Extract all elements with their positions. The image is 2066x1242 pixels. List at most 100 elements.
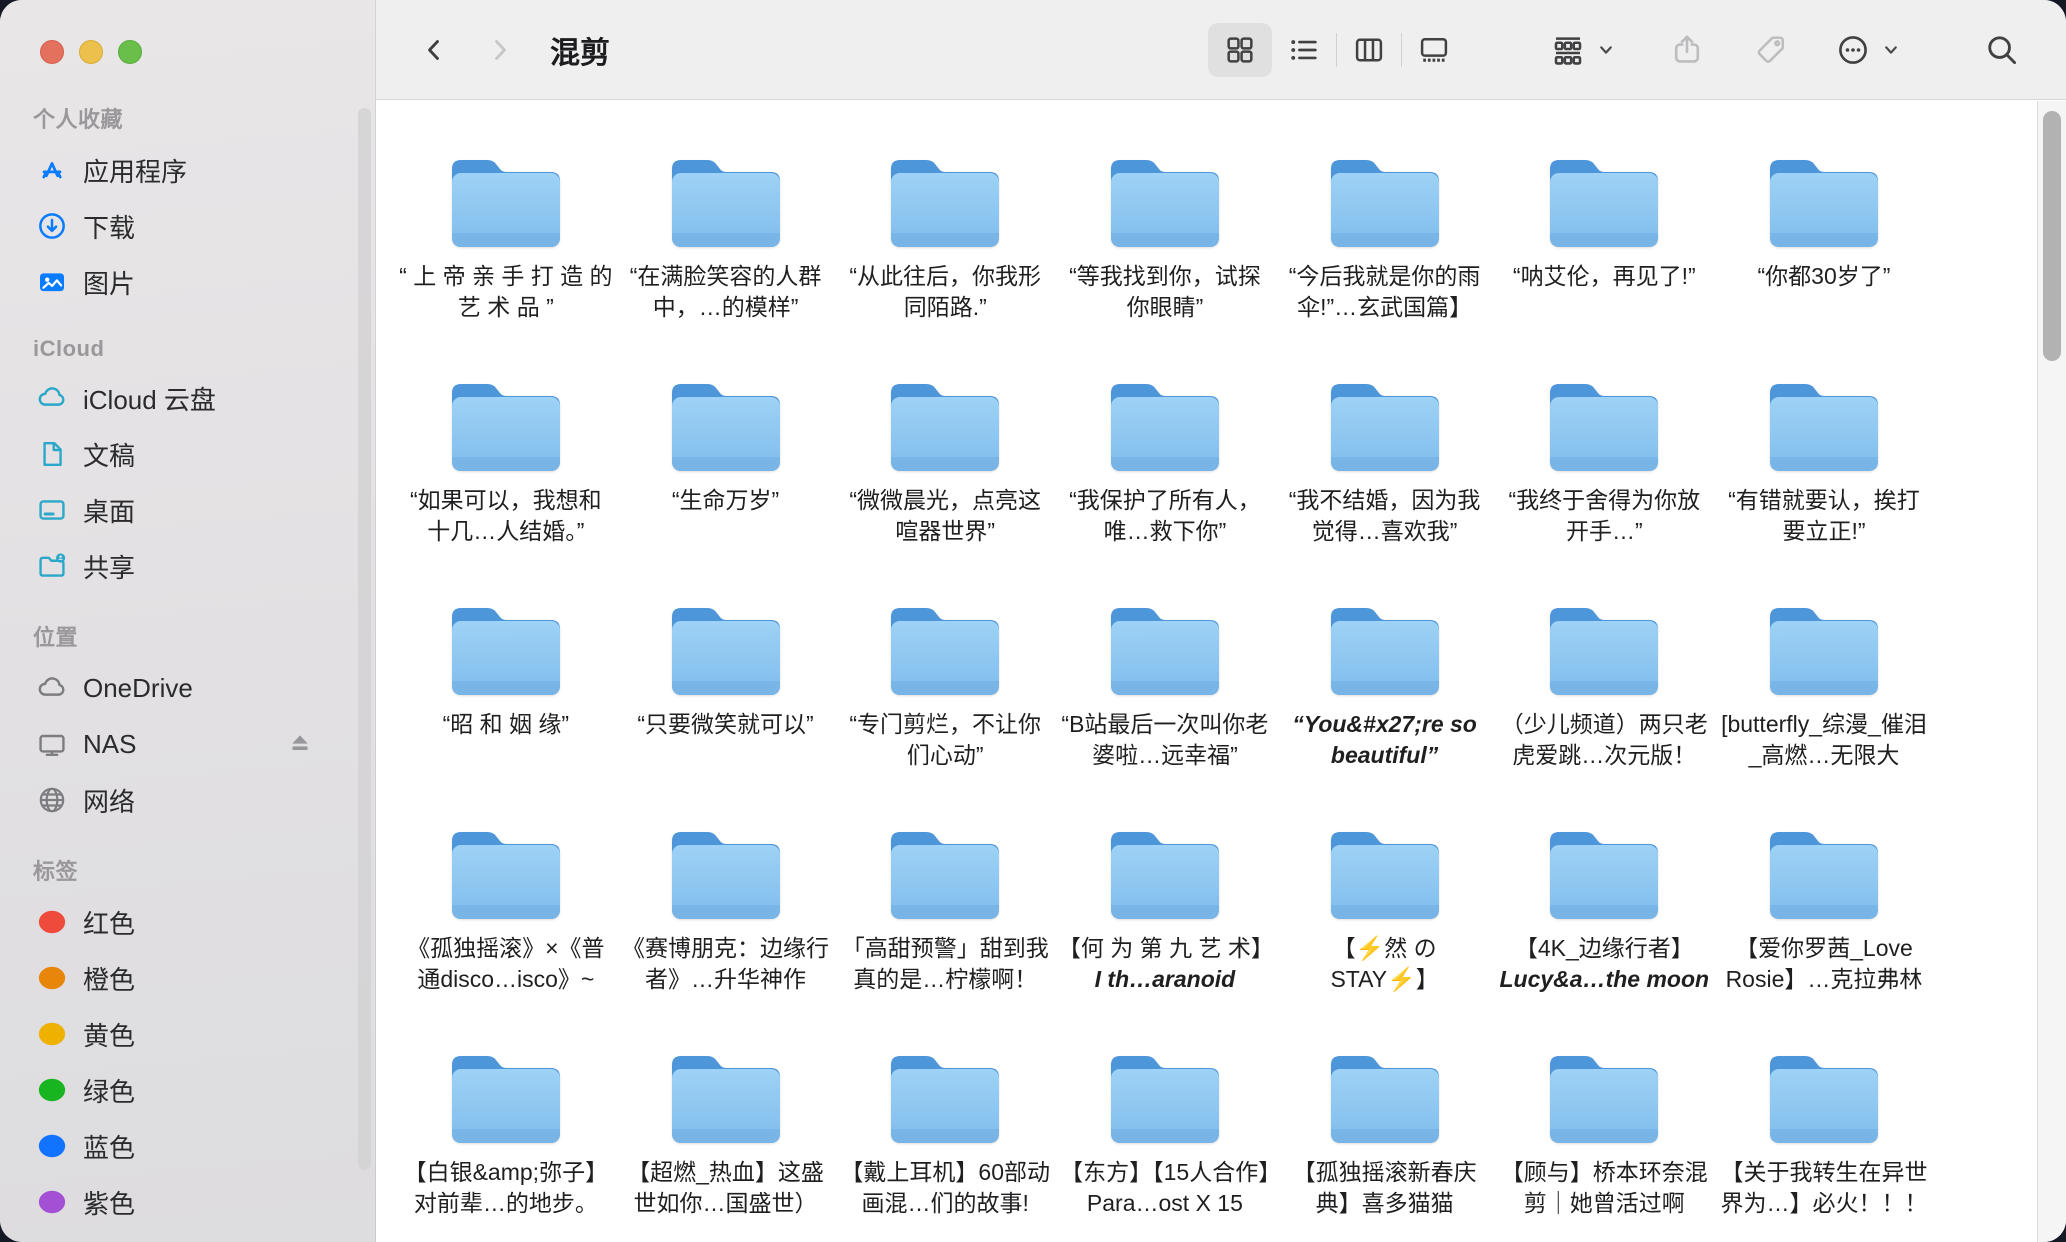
sidebar-item-label: 下载 (83, 208, 135, 245)
folder-item[interactable]: 【关于我转生在异世界为…】必火！！！ (1714, 1041, 1934, 1242)
chevron-down-icon (1880, 39, 1902, 61)
sidebar-item[interactable]: 蓝色 (0, 1118, 375, 1174)
folder-name: 「高甜预警」甜到我真的是…柠檬啊！ (838, 933, 1052, 995)
sidebar-item-label: 蓝色 (83, 1128, 135, 1165)
folder-item[interactable]: 【超燃_热血】这盛世如你…国盛世） (616, 1041, 836, 1242)
sidebar-item-icon (36, 672, 68, 704)
folder-item[interactable]: 【东方】【15人合作】Para…ost X 15 (1055, 1041, 1275, 1242)
scrollbar-track[interactable] (2037, 101, 2066, 1242)
folder-item[interactable]: 【何 为 第 九 艺 术】I th…aranoid (1055, 817, 1275, 1041)
sidebar-item-icon (36, 382, 68, 414)
folder-item[interactable]: “B站最后一次叫你老婆啦…远幸福” (1055, 593, 1275, 817)
sidebar-item[interactable]: 紫色 (0, 1174, 375, 1230)
sidebar-item[interactable]: 网络 (0, 772, 375, 828)
folder-name: “今后我就是你的雨伞!”…玄武国篇】 (1278, 261, 1492, 323)
folder-name: “生命万岁” (619, 485, 833, 516)
folder-icon (1542, 593, 1666, 697)
group-by-button[interactable] (1550, 32, 1617, 68)
sidebar-item[interactable]: 红色 (0, 894, 375, 950)
folder-item[interactable]: 【4K_边缘行者】Lucy&a…the moon (1494, 817, 1714, 1041)
folder-item[interactable]: “等我找到你，试探你眼睛” (1055, 145, 1275, 369)
sidebar-scrollbar-thumb[interactable] (358, 108, 371, 1170)
zoom-window-button[interactable] (118, 40, 142, 64)
folder-icon (1762, 817, 1886, 921)
view-icons-button[interactable] (1208, 23, 1272, 77)
sidebar-item[interactable]: NAS (0, 716, 375, 772)
search-button[interactable] (1984, 32, 2020, 68)
folder-item[interactable]: “微微晨光，点亮这喧器世界” (835, 369, 1055, 593)
folder-item[interactable]: 《孤独摇滚》×《普通disco…isco》~ (396, 817, 616, 1041)
main-area: 混剪 (376, 0, 2066, 1242)
folder-icon (1762, 145, 1886, 249)
folder-item[interactable]: “ 上 帝 亲 手 打 造 的 艺 术 品 ” (396, 145, 616, 369)
folder-item[interactable]: “我终于舍得为你放开手…” (1494, 369, 1714, 593)
folder-item[interactable]: “我不结婚，因为我觉得…喜欢我” (1275, 369, 1495, 593)
sidebar-section-header: 标签 (0, 848, 375, 894)
sidebar-item[interactable]: 应用程序 (0, 142, 375, 198)
sidebar-item[interactable]: 黄色 (0, 1006, 375, 1062)
folder-icon (1323, 369, 1447, 473)
folder-item[interactable]: 【爱你罗茜_Love Rosie】…克拉弗林 (1714, 817, 1934, 1041)
folder-item[interactable]: 「高甜预警」甜到我真的是…柠檬啊！ (835, 817, 1055, 1041)
sidebar-item[interactable]: 文稿 (0, 426, 375, 482)
folder-name: 【白银&amp;弥子】对前辈…的地步。 (399, 1157, 613, 1219)
folder-item[interactable]: 【⚡然 の STAY⚡】 (1275, 817, 1495, 1041)
folder-item[interactable]: “You&#x27;re so beautiful” (1275, 593, 1495, 817)
back-button[interactable] (414, 26, 454, 74)
eject-icon[interactable] (285, 729, 315, 759)
view-gallery-button[interactable] (1402, 23, 1466, 77)
sidebar-item[interactable]: 桌面 (0, 482, 375, 538)
folder-item[interactable]: 《赛博朋克：边缘行者》…升华神作 (616, 817, 836, 1041)
folder-name: “有错就要认，挨打要立正!” (1717, 485, 1931, 547)
folder-item[interactable]: “我保护了所有人，唯…救下你” (1055, 369, 1275, 593)
sidebar-item[interactable]: 共享 (0, 538, 375, 594)
folder-item[interactable]: 【白银&amp;弥子】对前辈…的地步。 (396, 1041, 616, 1242)
view-columns-button[interactable] (1337, 23, 1401, 77)
folder-item[interactable]: “如果可以，我想和十几…人结婚。” (396, 369, 616, 593)
close-window-button[interactable] (40, 40, 64, 64)
sidebar-item[interactable]: OneDrive (0, 660, 375, 716)
share-button[interactable] (1669, 32, 1705, 68)
folder-name: 【东方】【15人合作】Para…ost X 15 (1058, 1157, 1272, 1219)
folder-icon (1323, 145, 1447, 249)
view-list-button[interactable] (1272, 23, 1336, 77)
folder-icon (444, 817, 568, 921)
folder-item[interactable]: “生命万岁” (616, 369, 836, 593)
folder-item[interactable]: “你都30岁了” (1714, 145, 1934, 369)
share-icon (1669, 32, 1705, 68)
folder-item[interactable]: 【戴上耳机】60部动画混…们的故事! (835, 1041, 1055, 1242)
folder-item[interactable]: “有错就要认，挨打要立正!” (1714, 369, 1934, 593)
minimize-window-button[interactable] (79, 40, 103, 64)
folder-item[interactable]: [butterfly_综漫_催泪_高燃…无限大 (1714, 593, 1934, 817)
sidebar-item[interactable]: 绿色 (0, 1062, 375, 1118)
folder-item[interactable]: “从此往后，你我形同陌路.” (835, 145, 1055, 369)
folder-item[interactable]: （少儿频道）两只老虎爱跳…次元版！ (1494, 593, 1714, 817)
folder-icon (664, 145, 788, 249)
folder-item[interactable]: “在满脸笑容的人群中，…的模样” (616, 145, 836, 369)
folder-name: “如果可以，我想和十几…人结婚。” (399, 485, 613, 547)
tags-button[interactable] (1753, 32, 1789, 68)
folder-item[interactable]: “只要微笑就可以” (616, 593, 836, 817)
more-actions-button[interactable] (1835, 32, 1902, 68)
sidebar-section: 位置 OneDrive NAS 网络 (0, 614, 375, 828)
folder-item[interactable]: “今后我就是你的雨伞!”…玄武国篇】 (1275, 145, 1495, 369)
sidebar-item[interactable]: 下载 (0, 198, 375, 254)
folder-icon (1542, 369, 1666, 473)
folder-item[interactable]: “呐艾伦，再见了!” (1494, 145, 1714, 369)
folder-item[interactable]: 【孤独摇滚新春庆典】喜多猫猫 (1275, 1041, 1495, 1242)
toolbar: 混剪 (376, 0, 2066, 100)
grid-view-icon (1223, 33, 1257, 67)
sidebar-item[interactable]: 图片 (0, 254, 375, 310)
scrollbar-thumb[interactable] (2043, 111, 2061, 361)
sidebar-item[interactable]: 橙色 (0, 950, 375, 1006)
folder-name: “从此往后，你我形同陌路.” (838, 261, 1052, 323)
folder-item[interactable]: 【顾与】桥本环奈混剪｜她曾活过啊 (1494, 1041, 1714, 1242)
folder-item[interactable]: “专门剪烂，不让你们心动” (835, 593, 1055, 817)
folder-icon (444, 145, 568, 249)
sidebar-sections: 个人收藏 应用程序 下载 图片 iCloud iCloud 云盘 文稿 桌面 共… (0, 96, 375, 1230)
forward-button[interactable] (480, 26, 520, 74)
folder-icon (883, 145, 1007, 249)
sidebar-item[interactable]: iCloud 云盘 (0, 370, 375, 426)
sidebar-item-label: NAS (83, 729, 136, 760)
folder-item[interactable]: “昭 和 姻 缘” (396, 593, 616, 817)
